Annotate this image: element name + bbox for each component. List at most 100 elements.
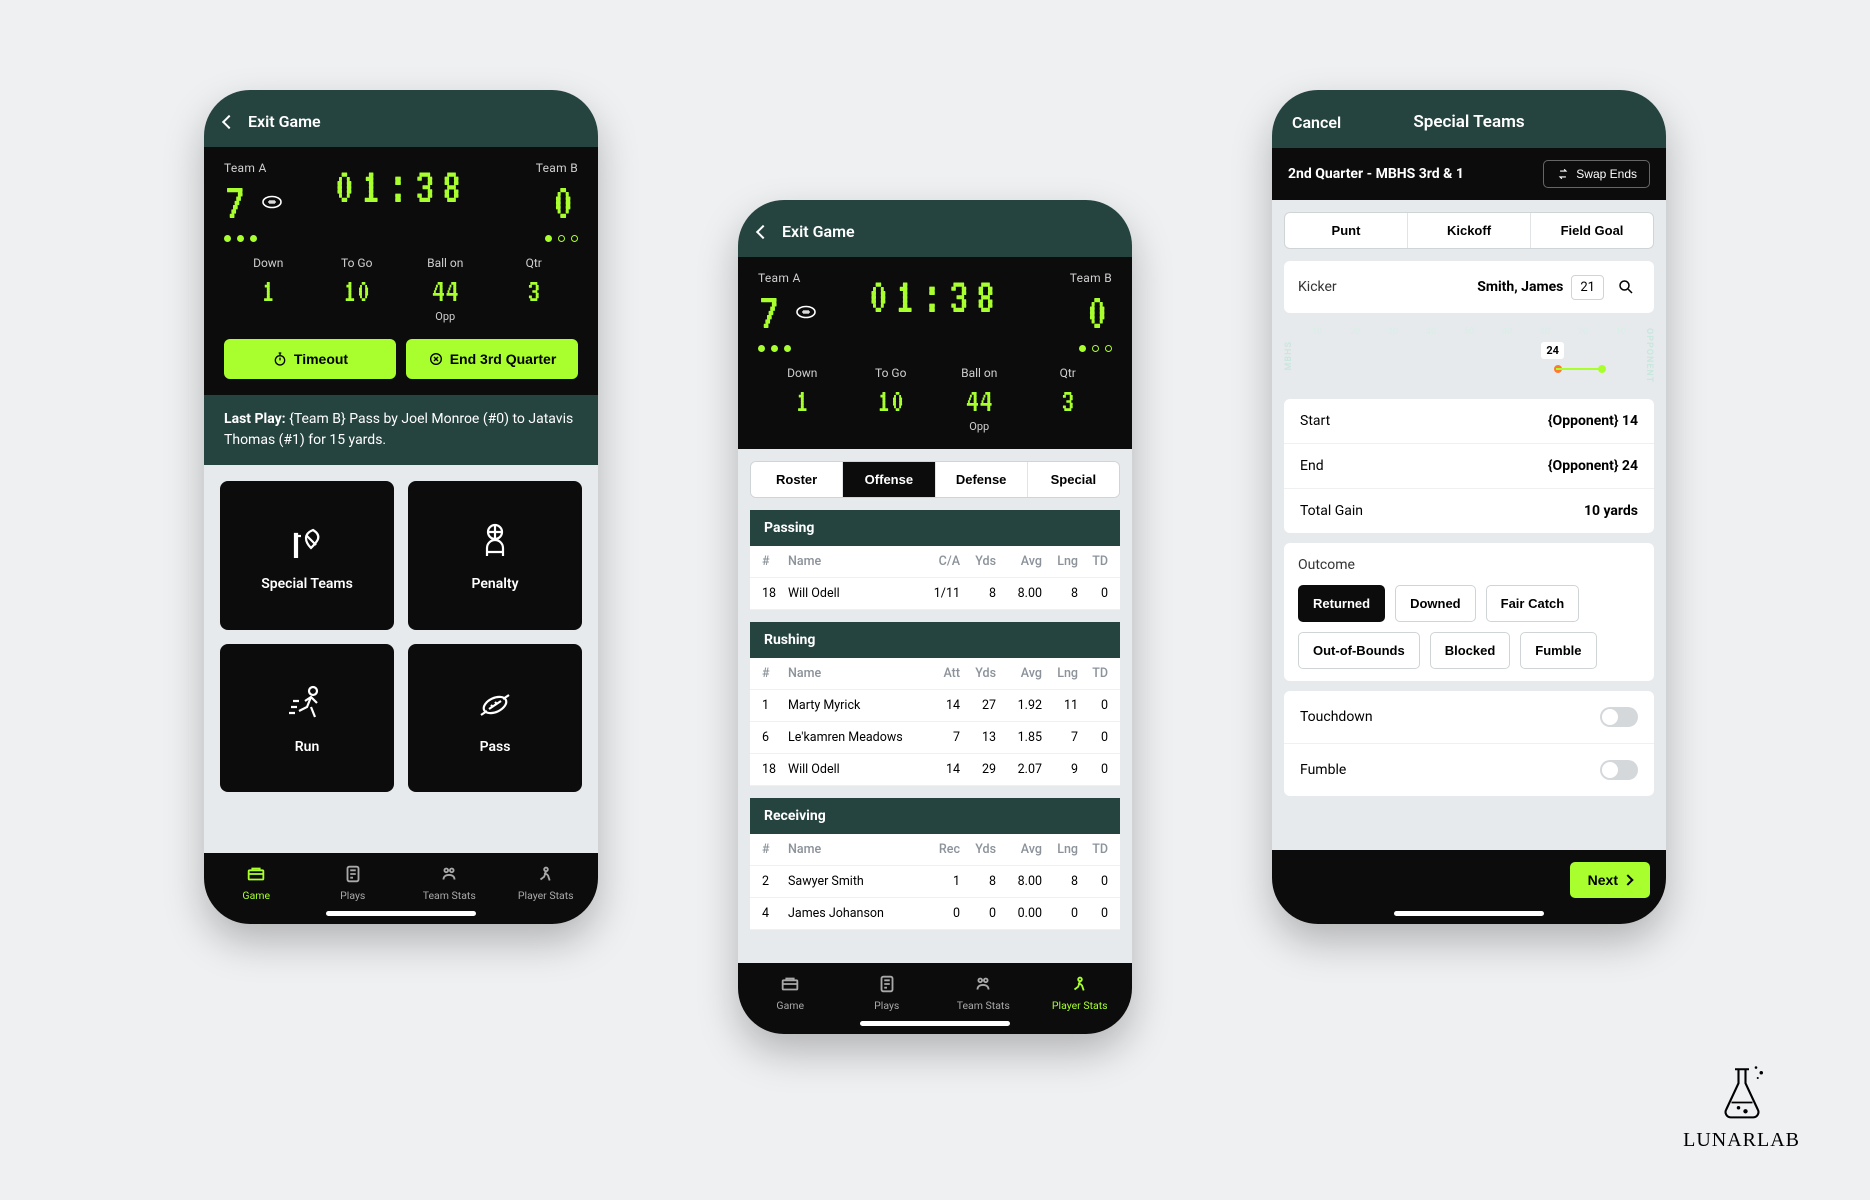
tab-team-stats[interactable]: Team Stats bbox=[935, 973, 1032, 1012]
chip-blocked[interactable]: Blocked bbox=[1430, 632, 1511, 669]
cancel-button[interactable]: Cancel bbox=[1292, 113, 1341, 132]
team-b-timeouts bbox=[1040, 345, 1112, 352]
lunarlab-text: LUNARLAB bbox=[1683, 1129, 1800, 1152]
scoreboard: Team A 7 01:38 Team B 0 bbox=[204, 147, 598, 395]
back-arrow-icon[interactable] bbox=[756, 224, 770, 238]
swap-ends-button[interactable]: Swap Ends bbox=[1543, 160, 1650, 188]
exit-game-button[interactable]: Exit Game bbox=[248, 112, 321, 131]
passing-table: #NameC/AYdsAvgLngTD 18Will Odell1/1188.0… bbox=[750, 546, 1120, 610]
tile-special-teams[interactable]: Special Teams bbox=[220, 481, 394, 630]
togo-label: To Go bbox=[847, 366, 936, 380]
pill-kickoff[interactable]: Kickoff bbox=[1408, 213, 1531, 248]
table-row: 2Sawyer Smith188.0080 bbox=[750, 866, 1120, 898]
chip-out-of-bounds[interactable]: Out-of-Bounds bbox=[1298, 632, 1420, 669]
endzone-right: OPPONENT bbox=[1632, 328, 1654, 383]
outcome-card: Outcome Returned Downed Fair Catch Out-o… bbox=[1284, 543, 1654, 681]
possession-football-icon bbox=[794, 300, 818, 324]
screen-title: Special Teams bbox=[1413, 112, 1524, 132]
kicker-number-input[interactable]: 21 bbox=[1571, 275, 1604, 300]
table-row: 6Le'kamren Meadows7131.8570 bbox=[750, 722, 1120, 754]
seg-roster[interactable]: Roster bbox=[751, 462, 843, 497]
team-b-label: Team B bbox=[506, 161, 578, 175]
rushing-table: #NameAttYdsAvgLngTD 1Marty Myrick14271.9… bbox=[750, 658, 1120, 786]
seg-special[interactable]: Special bbox=[1028, 462, 1119, 497]
chip-fumble[interactable]: Fumble bbox=[1520, 632, 1596, 669]
touchdown-toggle-row: Touchdown bbox=[1284, 691, 1654, 743]
ballon-value: 44 bbox=[401, 274, 490, 308]
endzone-left: MBHS bbox=[1284, 341, 1306, 371]
tab-player-stats[interactable]: Player Stats bbox=[498, 863, 595, 902]
flask-icon bbox=[1707, 1057, 1777, 1127]
pill-field-goal[interactable]: Field Goal bbox=[1531, 213, 1653, 248]
circle-x-icon bbox=[428, 351, 444, 367]
section-rushing-head: Rushing bbox=[750, 622, 1120, 658]
play-type-pills: Punt Kickoff Field Goal bbox=[1284, 212, 1654, 249]
phone-game-screen: Exit Game Team A 7 01:38 Team B 0 bbox=[204, 90, 598, 924]
rushing-header: #NameAttYdsAvgLngTD bbox=[750, 658, 1120, 690]
topbar: Cancel Special Teams bbox=[1272, 90, 1666, 148]
tile-run[interactable]: Run bbox=[220, 644, 394, 793]
situation-text: 2nd Quarter - MBHS 3rd & 1 bbox=[1288, 166, 1464, 182]
tab-player-stats[interactable]: Player Stats bbox=[1032, 973, 1129, 1012]
section-receiving-head: Receiving bbox=[750, 798, 1120, 834]
ballon-side: Opp bbox=[935, 420, 1024, 433]
exit-game-button[interactable]: Exit Game bbox=[782, 222, 855, 241]
start-value: {Opponent} 14 bbox=[1548, 413, 1638, 429]
tab-plays[interactable]: Plays bbox=[839, 973, 936, 1012]
tab-team-stats[interactable]: Team Stats bbox=[401, 863, 498, 902]
end-quarter-button[interactable]: End 3rd Quarter bbox=[406, 339, 578, 379]
back-arrow-icon[interactable] bbox=[222, 114, 236, 128]
next-button[interactable]: Next bbox=[1570, 862, 1650, 898]
touchdown-label: Touchdown bbox=[1300, 709, 1373, 725]
pill-punt[interactable]: Punt bbox=[1285, 213, 1408, 248]
phone-player-stats-screen: Exit Game Team A 7 01:38 Team B 0 bbox=[738, 200, 1132, 1034]
tab-game[interactable]: Game bbox=[208, 863, 305, 902]
togo-value: 10 bbox=[313, 274, 402, 308]
receiving-table: #NameRecYdsAvgLngTD 2Sawyer Smith188.008… bbox=[750, 834, 1120, 930]
fumble-toggle-row: Fumble bbox=[1284, 743, 1654, 796]
total-gain-value: 10 yards bbox=[1584, 503, 1638, 519]
search-icon bbox=[1617, 278, 1635, 296]
tab-plays[interactable]: Plays bbox=[305, 863, 402, 902]
chip-returned[interactable]: Returned bbox=[1298, 585, 1385, 622]
total-gain-label: Total Gain bbox=[1300, 503, 1363, 519]
chip-downed[interactable]: Downed bbox=[1395, 585, 1476, 622]
down-value: 1 bbox=[758, 384, 847, 418]
table-row: 4James Johanson000.0000 bbox=[750, 898, 1120, 930]
phone-special-teams-screen: Cancel Special Teams 2nd Quarter - MBHS … bbox=[1272, 90, 1666, 924]
kicker-card: Kicker Smith, James 21 bbox=[1284, 261, 1654, 313]
team-b-score: 0 bbox=[1040, 285, 1112, 339]
game-situation-bar: 2nd Quarter - MBHS 3rd & 1 Swap Ends bbox=[1272, 148, 1666, 200]
stopwatch-icon bbox=[272, 351, 288, 367]
end-label: End bbox=[1300, 458, 1324, 474]
seg-offense[interactable]: Offense bbox=[843, 462, 935, 497]
seg-defense[interactable]: Defense bbox=[936, 462, 1028, 497]
play-type-grid: Special Teams Penalty Run Pass bbox=[204, 465, 598, 808]
chip-fair-catch[interactable]: Fair Catch bbox=[1486, 585, 1580, 622]
down-label: Down bbox=[224, 256, 313, 270]
arrow-right-icon bbox=[1622, 874, 1633, 885]
down-label: Down bbox=[758, 366, 847, 380]
touchdown-toggle[interactable] bbox=[1600, 707, 1638, 727]
section-passing-head: Passing bbox=[750, 510, 1120, 546]
fumble-label: Fumble bbox=[1300, 762, 1346, 778]
ballon-value: 44 bbox=[935, 384, 1024, 418]
start-label: Start bbox=[1300, 413, 1330, 429]
possession-football-icon bbox=[260, 190, 284, 214]
tab-game[interactable]: Game bbox=[742, 973, 839, 1012]
stats-container: Passing #NameC/AYdsAvgLngTD 18Will Odell… bbox=[738, 498, 1132, 930]
team-a-label: Team A bbox=[224, 161, 296, 175]
team-a-timeouts bbox=[224, 235, 296, 242]
search-kicker-button[interactable] bbox=[1612, 273, 1640, 301]
fumble-toggle[interactable] bbox=[1600, 760, 1638, 780]
field-position-strip[interactable]: MBHS OPPONENT 102030405040302010 24 bbox=[1284, 323, 1654, 389]
ball-position-marker[interactable]: 24 bbox=[1541, 342, 1564, 359]
distance-card: Start{Opponent} 14 End{Opponent} 24 Tota… bbox=[1284, 399, 1654, 533]
down-value: 1 bbox=[224, 274, 313, 308]
timeout-button[interactable]: Timeout bbox=[224, 339, 396, 379]
passing-header: #NameC/AYdsAvgLngTD bbox=[750, 546, 1120, 578]
team-a-score: 7 bbox=[224, 175, 250, 229]
team-b-score: 0 bbox=[506, 175, 578, 229]
tile-pass[interactable]: Pass bbox=[408, 644, 582, 793]
tile-penalty[interactable]: Penalty bbox=[408, 481, 582, 630]
